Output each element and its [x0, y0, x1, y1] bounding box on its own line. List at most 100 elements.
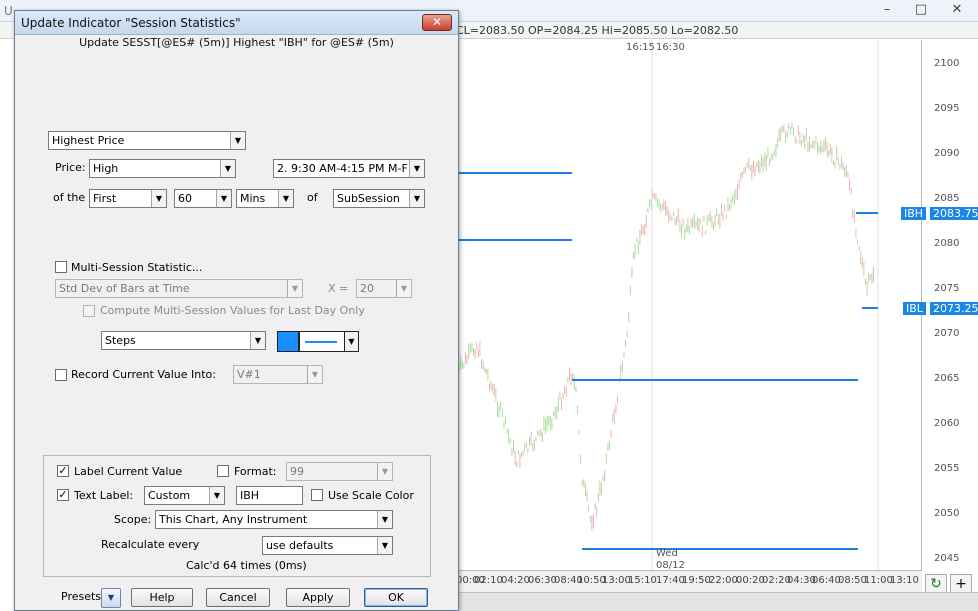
- units-select[interactable]: Mins ▼: [236, 189, 294, 208]
- ibl-value-badge: 2073.25: [930, 302, 978, 315]
- presets-dropdown-button[interactable]: ▼: [101, 588, 121, 608]
- price-bar: [660, 204, 662, 213]
- plot-style-select[interactable]: Steps ▼: [101, 331, 266, 350]
- help-button[interactable]: Help: [131, 588, 193, 607]
- price-bar: [469, 344, 471, 354]
- price-bar: [791, 122, 793, 130]
- text-label-mode-select[interactable]: Custom ▼: [144, 486, 225, 505]
- price-plot[interactable]: 16:15 16:30 Wed 08/12: [456, 40, 922, 571]
- price-bar: [765, 155, 767, 171]
- calc-status: Calc'd 64 times (0ms): [186, 559, 307, 572]
- price-bar: [796, 139, 798, 145]
- text-label-input[interactable]: IBH: [236, 486, 303, 505]
- price-axis[interactable]: 2100 2095 2090 2085 2080 2075 2070 2065 …: [922, 40, 978, 570]
- price-bar: [799, 132, 801, 144]
- refresh-icon[interactable]: ↻: [925, 574, 947, 594]
- price-bar: [505, 415, 506, 425]
- price-bar: [858, 245, 860, 251]
- label-current-value-checkbox[interactable]: ✓: [57, 465, 69, 477]
- add-button[interactable]: +: [950, 574, 972, 594]
- dialog-close-button[interactable]: ✕: [422, 14, 452, 31]
- price-bar: [573, 375, 575, 390]
- chevron-down-icon: ▼: [377, 511, 392, 528]
- multi-stat-select[interactable]: Std Dev of Bars at Time ▼: [55, 279, 303, 298]
- record-value-checkbox[interactable]: [55, 369, 67, 381]
- dialog-title: Update Indicator "Session Statistics": [21, 16, 241, 30]
- count-select[interactable]: 60 ▼: [174, 189, 232, 208]
- dialog-title-bar[interactable]: Update Indicator "Session Statistics" ✕: [15, 11, 458, 35]
- price-tick: 2070: [934, 328, 960, 339]
- close-icon[interactable]: ✕: [944, 2, 970, 18]
- price-bar: [535, 436, 537, 442]
- price-bar: [661, 203, 663, 210]
- price-bar: [461, 361, 463, 369]
- line-style-select[interactable]: ▼: [299, 331, 359, 352]
- cancel-button[interactable]: Cancel: [206, 588, 270, 607]
- text-label-checkbox[interactable]: ✓: [57, 489, 69, 501]
- price-bar: [634, 243, 636, 259]
- price-bar: [565, 386, 567, 397]
- multi-session-checkbox[interactable]: [55, 261, 67, 273]
- time-axis[interactable]: 00:00 02:10 04:20 06:30 08:40 10:50 13:0…: [456, 570, 922, 592]
- x-label: X =: [328, 282, 349, 295]
- text-label-label: Text Label:: [74, 489, 134, 502]
- price-bar: [626, 330, 628, 338]
- format-checkbox[interactable]: [217, 465, 229, 477]
- price-bar: [501, 409, 503, 418]
- price-bar: [762, 157, 764, 173]
- chevron-down-icon: ▼: [216, 190, 231, 207]
- price-bar: [594, 503, 596, 510]
- price-bar: [717, 214, 719, 226]
- price-bar: [868, 273, 870, 283]
- compute-last-day-checkbox[interactable]: [83, 305, 95, 317]
- price-bar: [481, 359, 482, 369]
- minimize-icon[interactable]: –: [874, 2, 900, 18]
- price-bar: [556, 406, 558, 420]
- price-bar: [623, 352, 625, 358]
- format-select[interactable]: 99 ▼: [286, 462, 393, 481]
- plot-style-value: Steps: [105, 334, 136, 347]
- ok-button[interactable]: OK: [364, 588, 428, 607]
- scope-select[interactable]: This Chart, Any Instrument ▼: [155, 510, 393, 529]
- apply-button[interactable]: Apply: [286, 588, 350, 607]
- time-tick: 13:10: [890, 575, 919, 586]
- price-bar: [525, 442, 527, 449]
- price-bar: [484, 366, 486, 373]
- price-bar: [738, 179, 740, 189]
- price-bar: [548, 415, 550, 426]
- price-bar: [809, 136, 810, 152]
- price-bar: [665, 201, 666, 216]
- recalculate-select[interactable]: use defaults ▼: [262, 536, 393, 555]
- price-bar: [657, 198, 658, 207]
- price-tick: 2065: [934, 373, 960, 384]
- line-color-swatch[interactable]: [277, 331, 299, 352]
- maximize-icon[interactable]: □: [908, 2, 934, 18]
- price-bar: [514, 450, 516, 466]
- price-select[interactable]: High ▼: [89, 159, 236, 178]
- x-value-select[interactable]: 20 ▼: [356, 279, 412, 298]
- first-last-select[interactable]: First ▼: [89, 189, 167, 208]
- record-variable-select[interactable]: V#1 ▼: [233, 365, 323, 384]
- price-bar: [589, 515, 591, 523]
- price-bar: [764, 152, 766, 167]
- statistic-select[interactable]: Highest Price ▼: [48, 131, 246, 150]
- chart-scrollbar[interactable]: [456, 592, 978, 611]
- chevron-down-icon: ▼: [230, 132, 245, 149]
- price-bar: [669, 214, 671, 220]
- price-bar: [772, 154, 774, 160]
- use-scale-color-checkbox[interactable]: [311, 489, 323, 501]
- price-bar: [810, 143, 812, 148]
- price-tick: 2045: [934, 553, 960, 564]
- price-bar: [567, 376, 569, 383]
- subsession-select[interactable]: SubSession ▼: [333, 189, 425, 208]
- chevron-down-icon: ▼: [250, 332, 265, 349]
- chevron-down-icon: ▼: [409, 190, 424, 207]
- price-bar: [773, 149, 775, 156]
- session-select[interactable]: 2. 9:30 AM-4:15 PM M-F ▼: [273, 159, 425, 178]
- session-line-1: [456, 172, 572, 174]
- price-bar: [871, 273, 873, 284]
- price-tick: 2050: [934, 508, 960, 519]
- time-tick: 08:50: [838, 575, 867, 586]
- price-bar: [797, 125, 799, 135]
- price-bar: [801, 140, 802, 147]
